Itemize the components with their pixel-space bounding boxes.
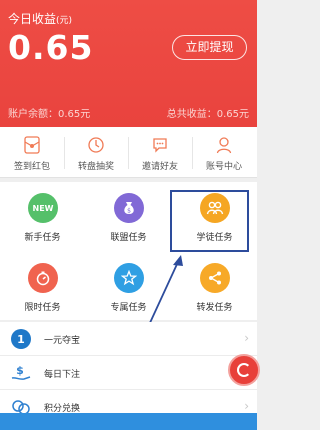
highlight-box bbox=[170, 190, 249, 252]
task-label: 转发任务 bbox=[196, 303, 233, 313]
account-balance: 账户余额：0.65元 bbox=[8, 109, 91, 120]
new-icon: NEW bbox=[28, 193, 58, 223]
list-item-label: 每日下注 bbox=[44, 370, 81, 380]
quick-action-label: 转盘抽奖 bbox=[77, 162, 114, 172]
quick-action-account[interactable]: 账号中心 bbox=[192, 127, 256, 178]
dollar-hand-icon: $ bbox=[11, 364, 31, 380]
list-item-one-yuan[interactable]: 1 一元夺宝 › bbox=[0, 322, 257, 356]
earnings-header: 今日收益(元) 0.65 立即提现 账户余额：0.65元 总共收益：0.65元 bbox=[0, 0, 257, 127]
refresh-icon bbox=[237, 363, 251, 377]
quick-action-checkin[interactable]: 签到红包 bbox=[0, 127, 64, 178]
red-envelope-icon bbox=[24, 136, 40, 154]
task-exclusive[interactable]: 专属任务 bbox=[86, 252, 171, 319]
user-icon bbox=[216, 137, 232, 154]
task-label: 新手任务 bbox=[24, 233, 61, 243]
chevron-right-icon: › bbox=[244, 331, 249, 345]
earnings-summary: 账户余额：0.65元 总共收益：0.65元 bbox=[0, 97, 257, 127]
today-earnings-amount: 0.65 bbox=[8, 28, 94, 67]
quick-action-label: 签到红包 bbox=[13, 162, 50, 172]
share-icon bbox=[200, 263, 230, 293]
quick-action-label: 账号中心 bbox=[205, 162, 242, 172]
total-earnings: 总共收益：0.65元 bbox=[166, 109, 249, 120]
timer-icon bbox=[28, 263, 58, 293]
floating-action-button[interactable] bbox=[228, 354, 260, 386]
list-item-daily-bet[interactable]: $ 每日下注 › bbox=[0, 356, 257, 390]
svg-text:1: 1 bbox=[17, 333, 25, 346]
chat-icon bbox=[153, 138, 167, 153]
task-label: 专属任务 bbox=[110, 303, 147, 313]
task-limited-time[interactable]: 限时任务 bbox=[0, 252, 85, 319]
today-earnings-unit: (元) bbox=[56, 16, 73, 26]
withdraw-button[interactable]: 立即提现 bbox=[172, 35, 247, 60]
quick-action-label: 邀请好友 bbox=[141, 162, 178, 172]
today-earnings-title: 今日收益 bbox=[8, 12, 57, 26]
task-newbie[interactable]: NEW 新手任务 bbox=[0, 182, 85, 249]
quick-action-invite[interactable]: 邀请好友 bbox=[128, 127, 192, 178]
quick-action-wheel[interactable]: 转盘抽奖 bbox=[64, 127, 128, 178]
task-share[interactable]: 转发任务 bbox=[172, 252, 257, 319]
star-badge-icon bbox=[114, 263, 144, 293]
new-badge: NEW bbox=[32, 203, 54, 213]
today-earnings-label: 今日收益(元) bbox=[8, 10, 72, 27]
task-label: 限时任务 bbox=[24, 303, 61, 313]
bottom-bar bbox=[0, 413, 257, 430]
svg-text:$: $ bbox=[16, 364, 24, 377]
task-alliance[interactable]: $ 联盟任务 bbox=[86, 182, 171, 249]
money-bag-icon: $ bbox=[114, 193, 144, 223]
wheel-icon bbox=[88, 137, 104, 153]
quick-actions-bar: 签到红包 转盘抽奖 邀请好友 账号中心 bbox=[0, 127, 257, 178]
svg-text:$: $ bbox=[127, 208, 131, 215]
list-item-label: 一元夺宝 bbox=[44, 336, 81, 346]
number-one-icon: 1 bbox=[11, 329, 31, 349]
task-label: 联盟任务 bbox=[110, 233, 147, 243]
chevron-right-icon: › bbox=[244, 399, 249, 413]
